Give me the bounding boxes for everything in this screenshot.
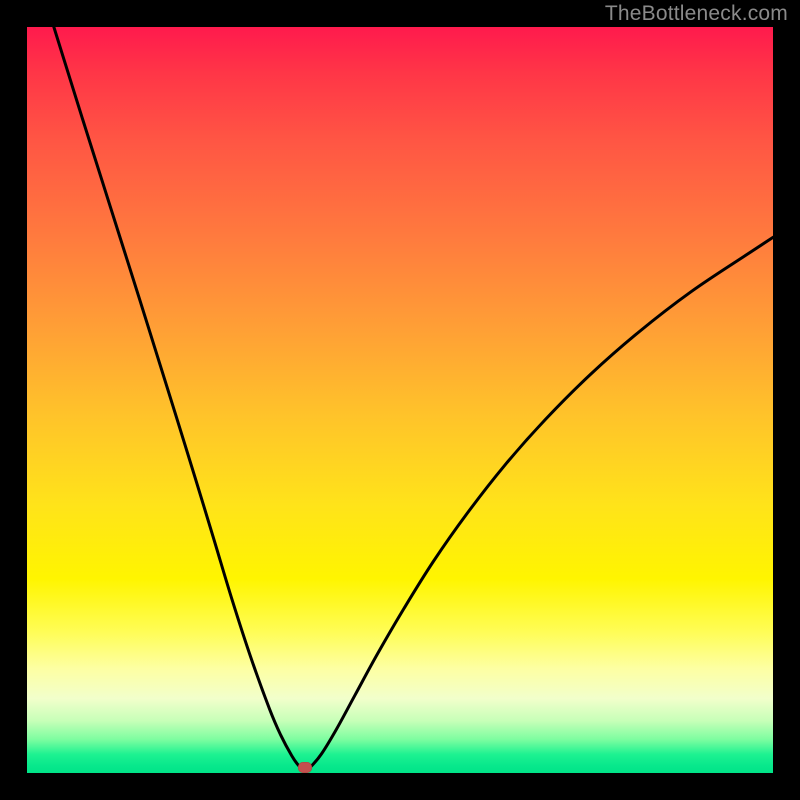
optimum-marker [298,762,312,773]
curve-svg [27,27,773,773]
plot-area [27,27,773,773]
curve-left-branch [54,27,305,770]
watermark-text: TheBottleneck.com [605,2,788,26]
curve-right-branch [305,237,773,770]
chart-frame: TheBottleneck.com [0,0,800,800]
